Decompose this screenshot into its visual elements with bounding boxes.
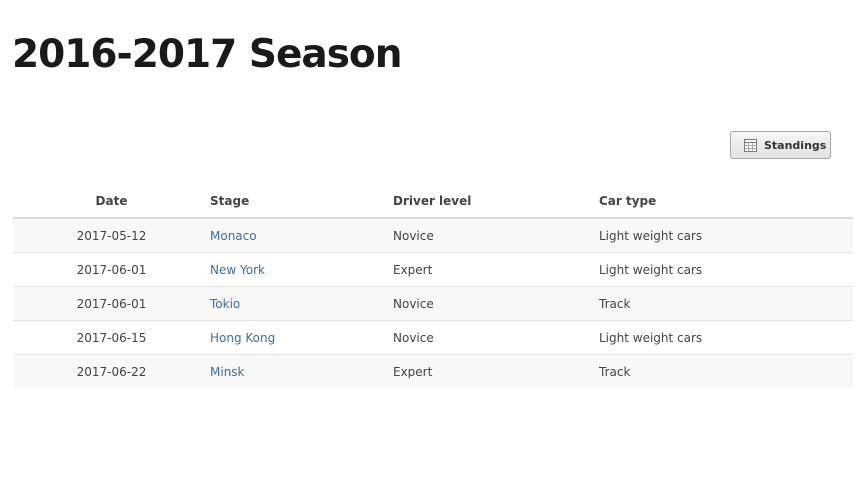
- cell-car-type: Light weight cars: [599, 320, 853, 355]
- cell-stage: Tokio: [210, 286, 393, 321]
- cell-stage: New York: [210, 252, 393, 287]
- cell-car-type: Track: [599, 354, 853, 388]
- table-header-row: Date Stage Driver level Car type: [13, 184, 853, 219]
- stage-link[interactable]: Hong Kong: [210, 331, 275, 345]
- cell-driver-level: Expert: [393, 252, 599, 287]
- column-header-date[interactable]: Date: [13, 184, 210, 219]
- stage-link[interactable]: Minsk: [210, 365, 245, 379]
- column-header-stage[interactable]: Stage: [210, 184, 393, 219]
- table-row: 2017-05-12 Monaco Novice Light weight cars: [13, 218, 853, 253]
- cell-driver-level: Novice: [393, 218, 599, 253]
- table-row: 2017-06-15 Hong Kong Novice Light weight ca…: [13, 320, 853, 355]
- column-header-car-type[interactable]: Car type: [599, 184, 853, 219]
- cell-stage: Monaco: [210, 218, 393, 253]
- cell-driver-level: Expert: [393, 354, 599, 388]
- stage-link[interactable]: Monaco: [210, 229, 257, 243]
- cell-car-type: Light weight cars: [599, 218, 853, 253]
- stage-link[interactable]: Tokio: [210, 297, 240, 311]
- column-header-driver-level[interactable]: Driver level: [393, 184, 599, 219]
- cell-stage: Hong Kong: [210, 320, 393, 355]
- cell-date: 2017-06-01: [13, 286, 210, 321]
- race-table: Date Stage Driver level Car type 2017-05…: [13, 184, 853, 388]
- cell-stage: Minsk: [210, 354, 393, 388]
- cell-date: 2017-06-15: [13, 320, 210, 355]
- stage-link[interactable]: New York: [210, 263, 265, 277]
- table-icon: [744, 138, 757, 152]
- cell-date: 2017-05-12: [13, 218, 210, 253]
- table-row: 2017-06-01 New York Expert Light weight car…: [13, 252, 853, 287]
- cell-date: 2017-06-01: [13, 252, 210, 287]
- table-row: 2017-06-01 Tokio Novice Track: [13, 286, 853, 321]
- cell-date: 2017-06-22: [13, 354, 210, 388]
- cell-car-type: Track: [599, 286, 853, 321]
- cell-driver-level: Novice: [393, 286, 599, 321]
- standings-button[interactable]: Standings: [730, 131, 831, 159]
- standings-button-label: Standings: [764, 138, 827, 152]
- cell-car-type: Light weight cars: [599, 252, 853, 287]
- cell-driver-level: Novice: [393, 320, 599, 355]
- table-row: 2017-06-22 Minsk Expert Track: [13, 354, 853, 388]
- page-title: 2016-2017 Season: [12, 32, 402, 77]
